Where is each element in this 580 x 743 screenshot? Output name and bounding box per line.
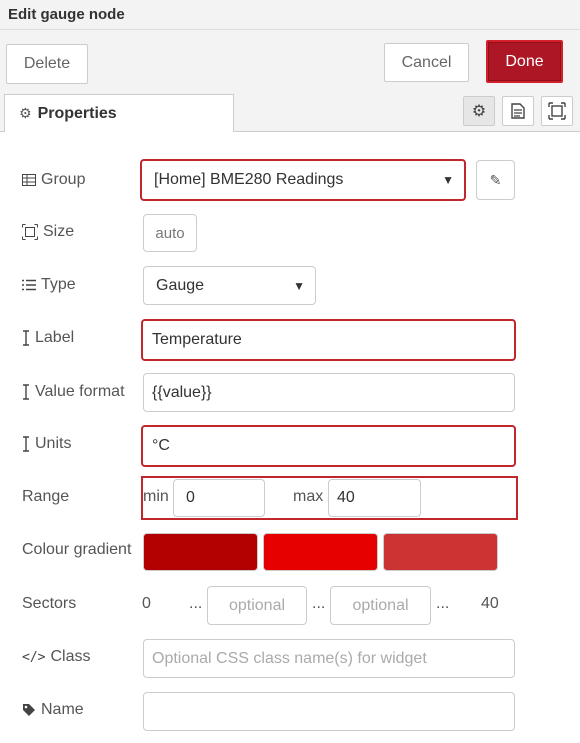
resize-icon — [22, 224, 38, 240]
units-input[interactable]: °C — [141, 425, 516, 467]
range-min-input[interactable]: 0 — [173, 479, 265, 517]
label-input[interactable]: Temperature — [141, 319, 516, 361]
sectors-dots-2: ... — [312, 595, 326, 612]
sector-2-input[interactable]: optional — [330, 586, 431, 625]
size-button[interactable]: auto — [143, 214, 197, 252]
frame-icon — [548, 102, 566, 120]
edit-group-button[interactable]: ✎ — [476, 160, 515, 200]
range-max-input[interactable]: 40 — [328, 479, 421, 517]
cancel-button[interactable]: Cancel — [384, 43, 469, 82]
sectors-start: 0 — [142, 595, 151, 612]
document-icon — [511, 103, 525, 119]
class-label: </> Class — [22, 648, 91, 665]
units-label: Units — [22, 424, 71, 464]
value-format-input[interactable]: {{value}} — [143, 373, 515, 412]
class-input[interactable]: Optional CSS class name(s) for widget — [143, 639, 515, 678]
group-label: Group — [22, 160, 85, 200]
type-select[interactable]: Gauge ▼ — [143, 266, 316, 305]
range-min-label: min — [143, 488, 169, 505]
pencil-icon: ✎ — [489, 171, 502, 188]
colour-swatch-2[interactable] — [263, 533, 378, 571]
sectors-end: 40 — [481, 595, 499, 612]
list-icon — [22, 279, 36, 291]
sectors-dots-3: ... — [436, 595, 450, 612]
description-tab-button[interactable] — [502, 96, 534, 126]
gear-icon: ⚙ — [19, 105, 32, 121]
text-cursor-icon — [22, 436, 30, 452]
sectors-dots-1: ... — [189, 595, 203, 612]
colour-swatch-3[interactable] — [383, 533, 498, 571]
sector-1-input[interactable]: optional — [207, 586, 307, 625]
settings-tab-button[interactable]: ⚙ — [463, 96, 495, 126]
colour-gradient-label: Colour gradient — [22, 541, 132, 558]
tab-properties-label: Properties — [37, 104, 117, 122]
dialog-title: Edit gauge node — [8, 6, 125, 23]
text-cursor-icon — [22, 384, 30, 400]
name-input[interactable] — [143, 692, 515, 731]
size-label: Size — [22, 212, 74, 252]
tag-icon — [22, 703, 36, 717]
range-label: Range — [22, 488, 70, 505]
type-label: Type — [22, 265, 76, 305]
chevron-down-icon: ▼ — [293, 278, 305, 293]
chevron-down-icon: ▼ — [442, 173, 454, 187]
done-button[interactable]: Done — [486, 40, 563, 83]
sectors-label: Sectors — [22, 595, 77, 612]
table-icon — [22, 174, 36, 186]
gear-icon: ⚙ — [471, 103, 487, 120]
text-cursor-icon — [22, 330, 30, 346]
code-icon: </> — [22, 649, 46, 665]
group-select[interactable]: [Home] BME280 Readings ▼ — [140, 159, 466, 201]
delete-button[interactable]: Delete — [6, 44, 88, 84]
value-format-label: Value format — [22, 372, 125, 412]
label-label: Label — [22, 318, 74, 358]
name-label: Name — [22, 690, 84, 730]
range-max-label: max — [293, 488, 324, 505]
titlebar: Edit gauge node — [0, 0, 580, 30]
appearance-tab-button[interactable] — [541, 96, 573, 126]
tab-properties[interactable]: ⚙ Properties — [4, 94, 234, 132]
colour-swatch-1[interactable] — [143, 533, 258, 571]
